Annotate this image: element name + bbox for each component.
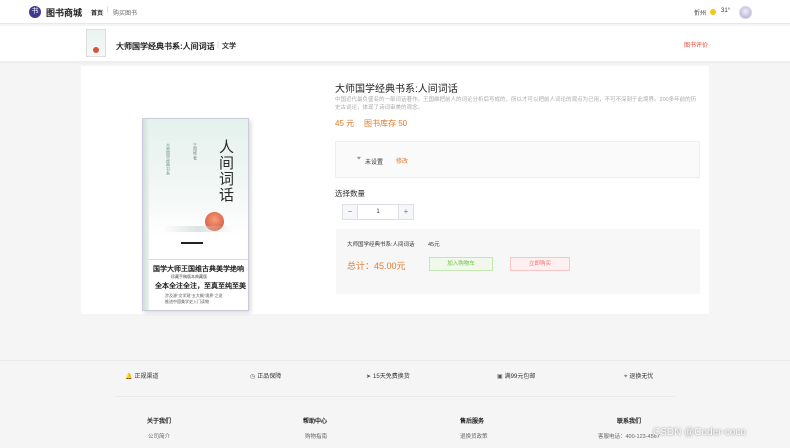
quantity-increase-button[interactable]: +	[398, 204, 414, 220]
sun-icon	[710, 9, 716, 15]
product-stock: 图书库存 50	[364, 119, 408, 128]
send-icon: ➤	[366, 374, 372, 380]
feature-item: 🔔 正规渠道	[125, 371, 159, 380]
feature-label: 正规渠道	[134, 374, 159, 380]
cover-band-line: 国学大师王国维古典美学绝响	[153, 264, 244, 273]
cover-boat-illustration	[181, 242, 203, 244]
buy-now-button[interactable]: 立即购买	[510, 257, 570, 271]
summary-unit-price: 45元	[428, 242, 440, 248]
strip-separator: |	[217, 40, 220, 49]
book-thumbnail	[86, 29, 106, 57]
brand-name[interactable]: 图书商城	[46, 6, 82, 19]
cover-title: 人间词话	[217, 139, 235, 203]
location-pin-icon: ⌖	[357, 155, 361, 162]
logo-icon[interactable]: 书	[29, 6, 41, 18]
footer-link: 客服电话：400-123-4567	[598, 434, 660, 440]
footer-col-title: 帮助中心	[303, 419, 328, 425]
bell-icon: 🔔	[125, 374, 133, 380]
location-icon: ⌖	[624, 374, 628, 380]
feature-label: 正品保障	[257, 374, 282, 380]
feature-item: ➤ 15天免费换货	[366, 371, 410, 380]
weather-city: 忻州	[694, 11, 707, 17]
clock-icon: ◷	[250, 374, 256, 380]
user-avatar[interactable]	[739, 6, 752, 19]
footer-link[interactable]: 购物指南	[305, 432, 327, 440]
cover-band-line: 全本全注全注，至真至纯至美	[155, 281, 246, 290]
book-cover-image: 人间词话 王国维 著 大师国学经典书系 国学大师王国维古典美学绝响 珍藏手稿版本…	[142, 118, 249, 311]
footer-link[interactable]: 退换货政策	[460, 432, 488, 440]
product-title: 大师国学经典书系:人间词话	[335, 84, 458, 95]
shipping-address-box	[335, 141, 700, 178]
cover-series: 大师国学经典书系	[166, 143, 171, 175]
cover-belly-band: 国学大师王国维古典美学绝响 珍藏手稿版本典藏版 全本全注全注，至真至纯至美 涉及…	[149, 259, 248, 310]
nav-home-link[interactable]: 首页	[91, 8, 103, 17]
footer-col-title: 关于我们	[147, 419, 172, 425]
nav-separator: |	[107, 7, 109, 13]
footer-link[interactable]: 公司简介	[148, 432, 170, 440]
footer-divider	[0, 360, 790, 361]
quantity-input[interactable]: 1	[358, 204, 398, 220]
edit-address-link[interactable]: 修改	[396, 156, 408, 165]
book-review-link[interactable]: 图书评价	[684, 40, 708, 49]
feature-label: 满99元包邮	[504, 374, 536, 380]
top-navbar: 书 图书商城 首页 | 购买图书 忻州 31°	[0, 0, 790, 24]
cover-author: 王国维 著	[193, 143, 198, 161]
summary-book-name: 大师国学经典书系:人间词话	[347, 242, 415, 248]
feature-item: ◷ 正品保障	[250, 371, 281, 380]
product-title-strip: 大师国学经典书系:人间词话 | 文学 图书评价	[0, 26, 790, 62]
weather-temperature: 31°	[721, 8, 731, 14]
csdn-watermark: CSDN @Coder-coco	[653, 427, 746, 438]
wallet-icon: ▣	[497, 374, 503, 380]
summary-total: 总计：45.00元	[347, 261, 406, 271]
feature-label: 15天免费换货	[373, 374, 410, 380]
feature-item: ⌖ 退换无忧	[624, 371, 653, 381]
cover-band-line: 推进中国美学史入门读物	[165, 299, 209, 304]
footer-col-title: 联系我们	[617, 419, 642, 425]
product-price: 45 元	[335, 119, 355, 128]
cover-band-line: 珍藏手稿版本典藏版	[171, 274, 207, 279]
feature-label: 退换无忧	[629, 374, 654, 380]
footer-line	[115, 396, 675, 397]
strip-category: 文学	[222, 43, 236, 50]
address-value: 未设置	[365, 160, 384, 166]
quantity-decrease-button[interactable]: −	[342, 204, 358, 220]
cover-mist	[163, 226, 233, 232]
nav-buy-books-link[interactable]: 购买图书	[113, 8, 137, 17]
quantity-label: 选择数量	[335, 189, 365, 198]
feature-item: ▣ 满99元包邮	[497, 371, 535, 380]
strip-book-title: 大师国学经典书系:人间词话	[116, 42, 215, 51]
add-to-cart-button[interactable]: 加入购物车	[429, 257, 493, 271]
footer-col-title: 售后服务	[460, 419, 485, 425]
product-description: 中国近代最负盛名的一部词话著作。王国维把前人的词论分析后写成的，所以才可以把前人…	[335, 97, 697, 111]
